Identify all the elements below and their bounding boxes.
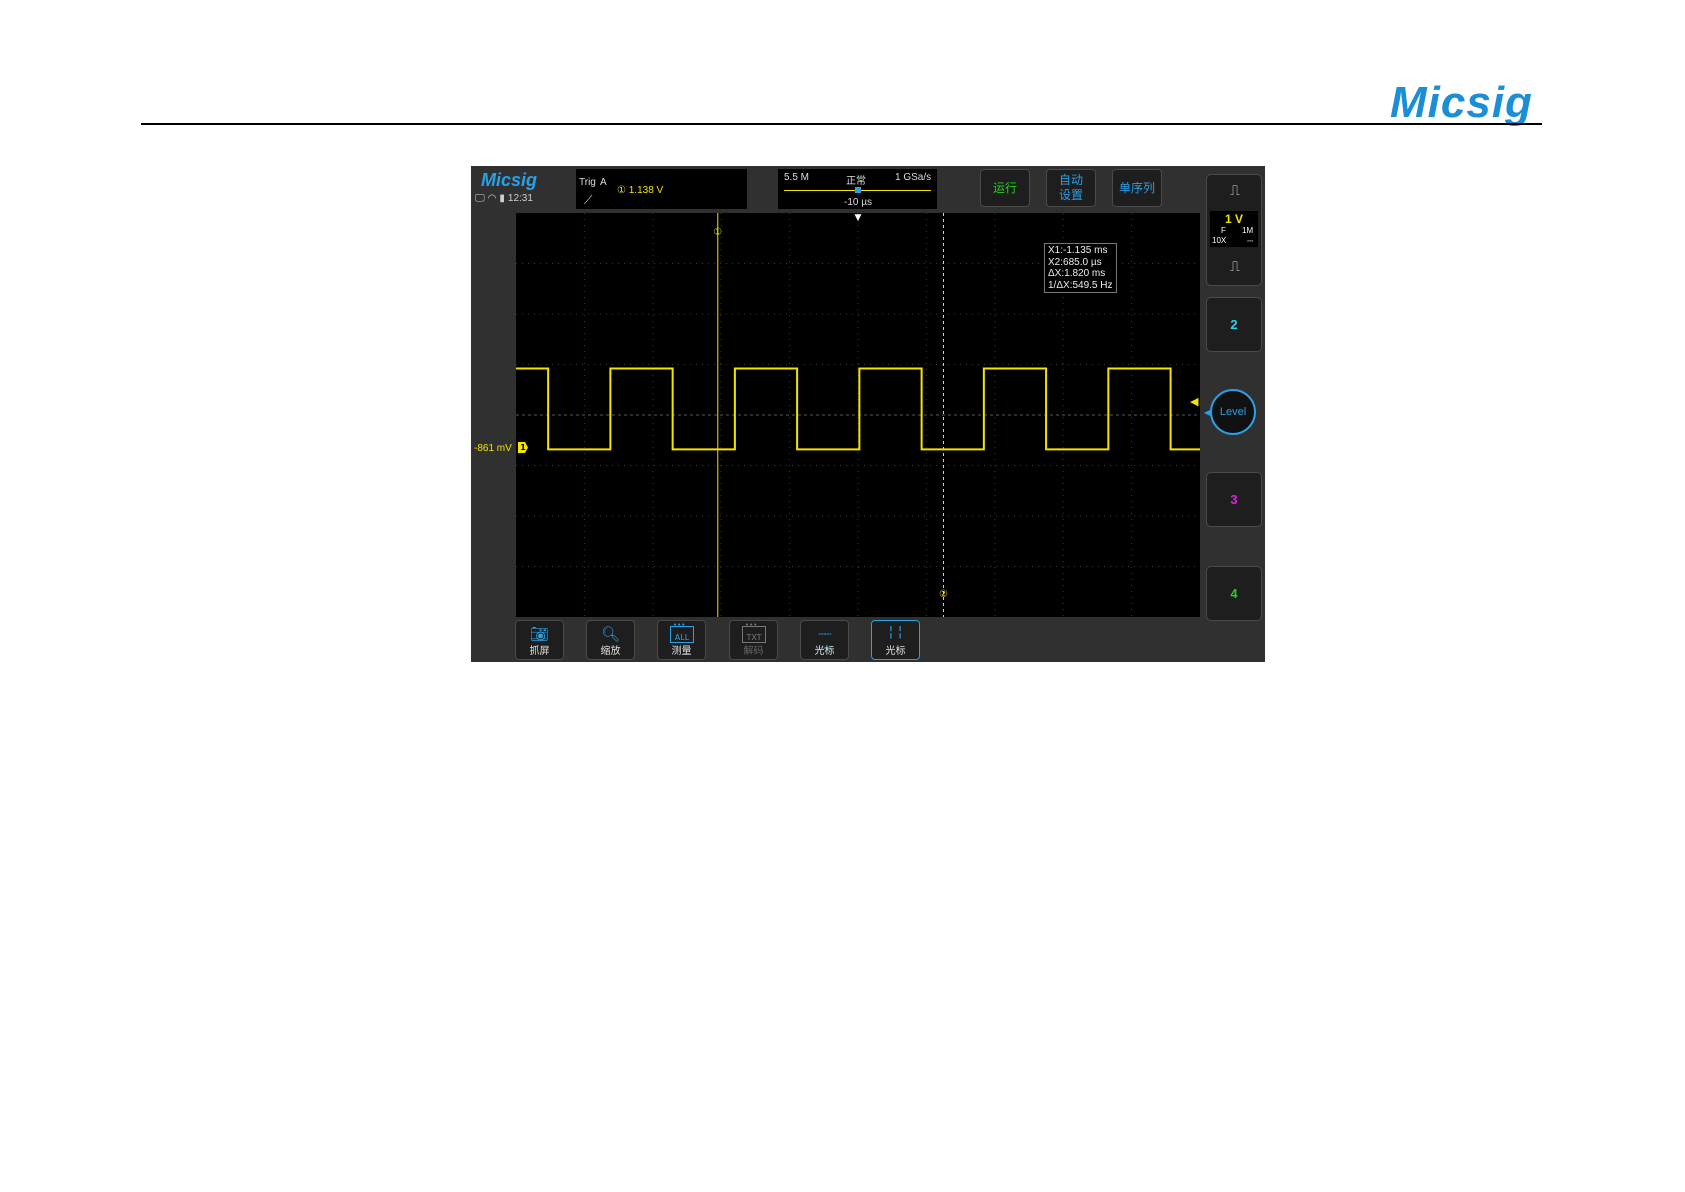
auto-setup-button[interactable]: 自动 设置 xyxy=(1046,169,1096,207)
vertical-cursor-label: 光标 xyxy=(885,646,906,657)
trigger-panel[interactable]: Trig A ① 1.138 V ⟋ xyxy=(576,169,747,209)
memory-depth: 5.5 M xyxy=(784,172,810,183)
pulse-icon: ⎍ xyxy=(1230,259,1240,275)
single-sequence-button[interactable]: 单序列 xyxy=(1112,169,1162,207)
dc-icon: ⎓ xyxy=(1247,236,1254,245)
cursor-readout: X1:-1.135 ms X2:685.0 µs ΔX:1.820 ms 1/Δ… xyxy=(1044,243,1117,293)
measure-all-icon: ALL xyxy=(670,621,694,643)
ch1-impedance: 1M xyxy=(1242,226,1254,235)
vertical-cursor-icon: ¦ ¦ xyxy=(888,624,903,640)
ch1-offset: -861 mV xyxy=(474,443,512,454)
cursor-delta-x: ΔX:1.820 ms xyxy=(1048,268,1106,279)
battery-icon: ▮ xyxy=(499,193,505,204)
monitor-icon: 🖵 xyxy=(475,193,485,204)
timebase-panel[interactable]: 5.5 M 正常 1 GSa/s -10 µs xyxy=(778,169,937,209)
horizontal-cursor-label: 光标 xyxy=(814,646,835,657)
cursor-x2: X2:685.0 µs xyxy=(1048,256,1102,268)
trigger-label: Trig xyxy=(579,177,596,188)
trigger-position-marker xyxy=(855,187,861,193)
decode-text-icon: TXT xyxy=(742,621,766,643)
decode-label: 解码 xyxy=(743,646,764,657)
cursor-frequency: 1/ΔX:549.5 Hz xyxy=(1048,279,1113,291)
magnifier-icon: 🔍︎ xyxy=(600,625,621,643)
clock: 12:31 xyxy=(507,193,533,204)
run-button[interactable]: 运行 xyxy=(980,169,1030,207)
channel-1-button[interactable]: ⎍ 1 V F 1M 10X ⎓ ⎍ xyxy=(1206,174,1262,286)
horizontal-delay: -10 µs xyxy=(844,197,872,208)
zoom-button[interactable]: 🔍︎ 缩放 xyxy=(586,620,635,660)
horizontal-cursor-button[interactable]: ┄┄ ┄┄ 光标 xyxy=(800,620,849,660)
measure-button[interactable]: ALL 测量 xyxy=(657,620,706,660)
cursor-1-tag[interactable]: ① xyxy=(713,227,722,238)
page-divider xyxy=(141,123,1542,125)
pulse-icon: ⎍ xyxy=(1230,183,1240,199)
trigger-position-icon[interactable]: ▼ xyxy=(855,213,862,223)
trigger-level: ① 1.138 V xyxy=(617,185,664,196)
measure-label: 测量 xyxy=(671,646,692,657)
rising-edge-icon: ⟋ xyxy=(584,193,593,207)
wifi-icon: ◠ xyxy=(487,193,497,204)
channel-4-button[interactable]: 4 xyxy=(1206,566,1262,621)
ch1-probe: 10X xyxy=(1212,236,1227,245)
sample-rate: 1 GSa/s xyxy=(895,172,932,183)
trigger-source: A xyxy=(600,177,607,188)
channel-2-button[interactable]: 2 xyxy=(1206,297,1262,352)
screenshot-label: 抓屏 xyxy=(529,646,550,657)
cursor-2-tag[interactable]: ② xyxy=(939,589,948,600)
ch1-coupling: F xyxy=(1221,226,1226,235)
ch1-scale: 1 V xyxy=(1224,212,1243,226)
camera-icon: 📷︎ xyxy=(529,625,550,643)
screenshot-button[interactable]: 📷︎ 抓屏 xyxy=(515,620,564,660)
trigger-mode: 正常 xyxy=(846,176,866,187)
cursor-x1: X1:-1.135 ms xyxy=(1048,245,1108,256)
level-knob[interactable]: Level xyxy=(1210,389,1256,435)
vertical-cursor-button[interactable]: ¦ ¦ 光标 xyxy=(871,620,920,660)
waveform-display[interactable]: ① ② ▼ X1:-1.135 ms X2:685.0 µs ΔX:1.820 … xyxy=(516,213,1200,617)
page-logo: Micsig xyxy=(1390,78,1533,127)
trigger-level-arrow[interactable]: ◀ xyxy=(1190,395,1198,408)
brand-logo: Micsig xyxy=(481,170,538,190)
zoom-label: 缩放 xyxy=(600,646,621,657)
decode-button[interactable]: TXT 解码 xyxy=(729,620,778,660)
ch1-settings: 1 V F 1M 10X ⎓ xyxy=(1210,211,1258,247)
status-bar: 🖵 ◠ ▮ 12:31 xyxy=(475,193,533,204)
channel-3-button[interactable]: 3 xyxy=(1206,472,1262,527)
oscilloscope-screen: Micsig 🖵 ◠ ▮ 12:31 Trig A ① 1.138 V ⟋ 5.… xyxy=(471,166,1265,662)
ch1-waveform xyxy=(516,367,1200,451)
